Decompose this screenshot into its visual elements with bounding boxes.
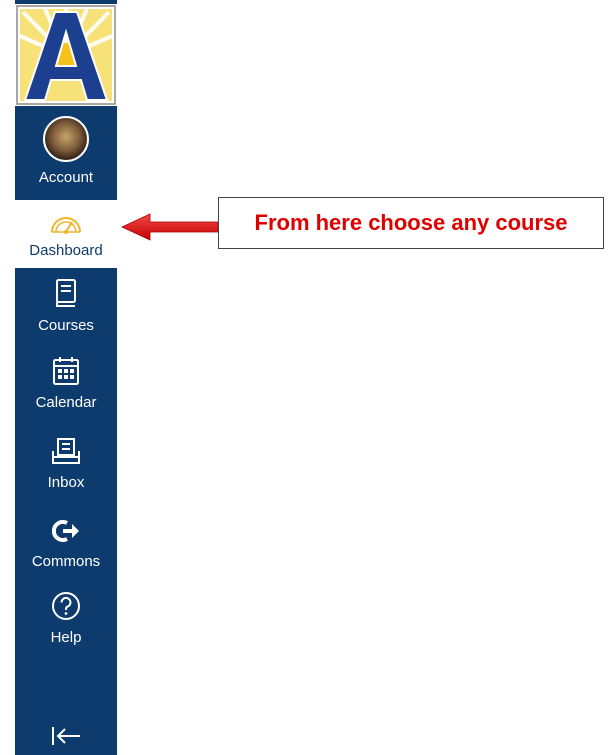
nav-label-help: Help xyxy=(50,629,82,646)
collapse-nav-button[interactable] xyxy=(15,725,117,753)
annotation-arrow xyxy=(121,213,219,241)
global-nav-sidebar: A Account Dashboard Courses Calendar Inb… xyxy=(15,0,117,755)
calendar-icon xyxy=(53,357,79,385)
annotation-text: From here choose any course xyxy=(254,210,568,235)
logo-image: A xyxy=(16,5,116,105)
avatar xyxy=(43,116,89,162)
school-logo[interactable]: A xyxy=(15,4,117,106)
nav-item-account[interactable]: Account xyxy=(15,114,117,196)
nav-item-commons[interactable]: Commons xyxy=(15,518,117,578)
inbox-icon xyxy=(52,438,80,464)
nav-label-commons: Commons xyxy=(31,553,101,570)
nav-label-calendar: Calendar xyxy=(35,394,97,411)
nav-label-courses: Courses xyxy=(38,317,94,334)
nav-item-dashboard[interactable]: Dashboard xyxy=(15,200,117,268)
courses-book-icon xyxy=(56,279,76,307)
nav-item-calendar[interactable]: Calendar xyxy=(15,356,117,418)
nav-label-account: Account xyxy=(38,169,94,186)
nav-item-inbox[interactable]: Inbox xyxy=(15,437,117,497)
nav-item-help[interactable]: Help xyxy=(15,590,117,652)
nav-item-courses[interactable]: Courses xyxy=(15,278,117,340)
annotation-callout: From here choose any course xyxy=(218,197,604,249)
nav-label-inbox: Inbox xyxy=(47,474,85,491)
dashboard-gauge-icon xyxy=(51,217,81,234)
help-question-icon xyxy=(52,592,80,620)
commons-share-icon xyxy=(51,520,79,542)
nav-label-dashboard: Dashboard xyxy=(29,242,103,259)
collapse-arrow-icon xyxy=(52,727,80,745)
canvas-page: A Account Dashboard Courses Calendar Inb… xyxy=(0,0,611,755)
